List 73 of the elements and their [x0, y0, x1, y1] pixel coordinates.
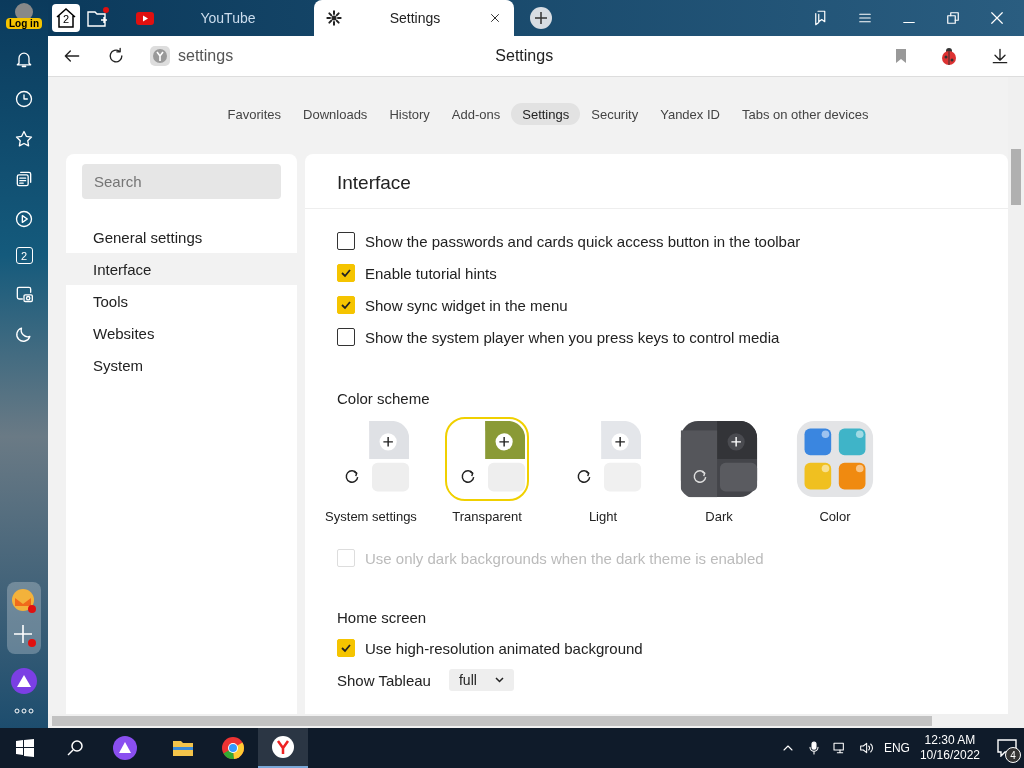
nav-tab[interactable]: Security — [580, 103, 650, 125]
option-label: Enable tutorial hints — [365, 264, 497, 282]
site-icon — [150, 46, 170, 66]
language-indicator[interactable]: ENG — [883, 741, 910, 755]
address-field[interactable]: settings — [178, 47, 234, 65]
checkbox[interactable] — [337, 328, 355, 346]
restore-icon[interactable] — [944, 9, 962, 27]
option-label: Show the system player when you press keys to control media — [365, 328, 780, 346]
gear-icon[interactable] — [326, 10, 342, 26]
collections-icon[interactable] — [14, 169, 34, 189]
login-label[interactable]: Log in — [6, 18, 42, 29]
volume-icon[interactable] — [857, 740, 874, 756]
folder-icon[interactable] — [172, 738, 194, 758]
option-label: Use high-resolution animated background — [365, 639, 643, 657]
home-button[interactable]: 2 — [52, 4, 80, 32]
windows-start-icon[interactable] — [16, 739, 34, 757]
video-icon — [136, 11, 154, 25]
menu-item[interactable]: Websites — [66, 317, 297, 349]
close-icon[interactable] — [988, 9, 1006, 27]
download-icon[interactable] — [990, 46, 1010, 66]
option-label: Show the passwords and cards quick access button in the toolbar — [365, 232, 801, 250]
check-icon — [340, 642, 352, 654]
notification-count: 4 — [1005, 747, 1021, 763]
more-icon[interactable] — [14, 708, 34, 714]
search-icon[interactable] — [66, 739, 84, 757]
nav-tab[interactable]: Downloads — [292, 103, 379, 125]
check-icon — [340, 267, 352, 279]
taskbar-button[interactable] — [258, 728, 308, 768]
new-folder-icon[interactable] — [86, 6, 110, 30]
tableau-select[interactable]: full — [448, 669, 514, 691]
option-label: Use only dark backgrounds when the dark theme is enabled — [365, 549, 764, 567]
avatar-icon[interactable] — [15, 3, 33, 21]
menu-item[interactable]: Tools — [66, 285, 297, 317]
checkbox[interactable] — [337, 232, 355, 250]
nav-tab[interactable]: Settings — [511, 103, 581, 125]
page-title: Settings — [495, 47, 554, 65]
clock[interactable]: 12:30 AM 10/16/2022 — [919, 733, 980, 763]
nav-tab[interactable]: Favorites — [216, 103, 293, 125]
browser-icon[interactable] — [221, 736, 245, 760]
search-field[interactable]: Search — [82, 164, 281, 199]
plus-icon — [535, 12, 547, 24]
assistant-icon[interactable] — [11, 668, 37, 694]
option-label: Show Tableau — [337, 671, 431, 689]
section-heading: Home screen — [337, 607, 428, 628]
notification-icon[interactable] — [997, 739, 1017, 757]
camera-icon[interactable] — [14, 284, 34, 304]
browser-logo-icon — [271, 735, 295, 759]
browser-tab[interactable]: Settings — [314, 0, 514, 36]
star-icon[interactable] — [14, 129, 34, 149]
add-app-icon[interactable] — [11, 622, 37, 648]
bookmark-icon[interactable] — [894, 48, 908, 64]
nav-tab[interactable]: History — [378, 103, 441, 125]
menu-item[interactable]: System — [66, 349, 297, 381]
assistant-icon[interactable] — [113, 736, 137, 760]
play-icon[interactable] — [14, 209, 34, 229]
new-tab-button[interactable] — [530, 7, 552, 29]
nav-tab[interactable]: Add-ons — [440, 103, 512, 125]
nav-tab[interactable]: Tabs on other devices — [730, 103, 880, 125]
menu-item[interactable]: General settings — [66, 221, 297, 253]
menu-item[interactable]: Interface — [66, 253, 297, 285]
check-icon — [340, 299, 352, 311]
panel-title: Interface — [305, 154, 1008, 209]
theme-option[interactable]: Light — [555, 417, 651, 524]
nav-tab[interactable]: Yandex ID — [649, 103, 731, 125]
clock-icon[interactable] — [14, 89, 34, 109]
counter-badge[interactable]: 2 — [15, 247, 33, 264]
mail-app-icon[interactable] — [11, 588, 37, 614]
theme-option[interactable]: System settings — [323, 417, 419, 524]
chevron-down-icon — [494, 677, 504, 683]
option-label: Show sync widget in the menu — [365, 296, 568, 314]
close-icon[interactable] — [488, 11, 502, 25]
browser-tab[interactable]: YouTube — [124, 0, 314, 36]
section-heading: Color scheme — [337, 388, 431, 409]
